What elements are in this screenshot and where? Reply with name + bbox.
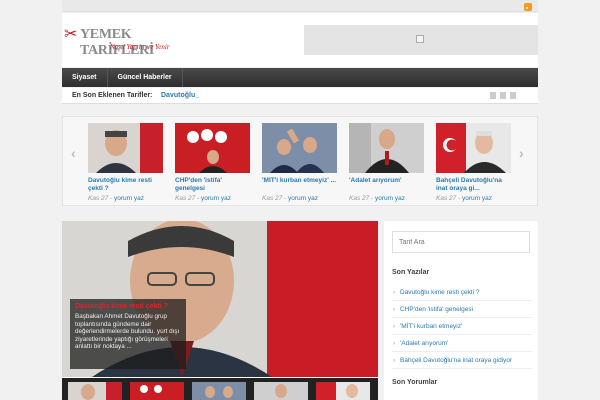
thumbnail[interactable] <box>68 382 122 400</box>
feature-excerpt: Başbakan Ahmet Davutoğlu grup toplantısı… <box>75 313 180 350</box>
thumbnail[interactable] <box>130 382 184 400</box>
recent-posts-list: Davutoğlu kime resti çekti ? CHP'den 'is… <box>392 284 532 369</box>
card-title[interactable]: CHP'den 'istifa' genelgesi <box>175 177 250 193</box>
card-date: Kas 27 <box>349 195 370 202</box>
slider-card[interactable]: Davutoğlu kime resti çekti ? Kas 27 - yo… <box>88 123 163 202</box>
card-title[interactable]: 'MİT'i kurban etmeyiz' ... <box>262 177 337 193</box>
recent-post-link[interactable]: Bahçeli Davutoğlu'na inat oraya gidiyor <box>392 352 532 369</box>
nav-item-guncel-haberler[interactable]: Güncel Haberler <box>108 68 183 87</box>
feature-caption: Davutoğlu kime resti çekti ? Başbakan Ah… <box>70 299 186 369</box>
card-comment-link[interactable]: yorum yaz <box>462 195 492 202</box>
ticker-text[interactable]: Davutoğlu_ <box>161 92 199 99</box>
slider-card[interactable]: 'Adalet arıyorum' Kas 27 - yorum yaz <box>349 123 424 202</box>
card-title[interactable]: Bahçeli Davutoğlu'na inat oraya gi... <box>436 177 511 193</box>
card-meta: Kas 27 - yorum yaz <box>175 195 232 202</box>
card-meta: Kas 27 - yorum yaz <box>88 195 145 202</box>
logo-subtitle: Nasıl Yapılır ve Yenir <box>110 43 170 51</box>
ticker-label: En Son Eklenen Tarifler: <box>72 92 153 99</box>
recent-post-link[interactable]: 'MİT'i kurban etmeyiz' <box>392 318 532 335</box>
image-placeholder-icon <box>416 35 424 43</box>
card-date: Kas 27 <box>175 195 196 202</box>
ticker-next-icon[interactable] <box>510 92 516 99</box>
ticker-prev-icon[interactable] <box>490 92 496 99</box>
ad-banner[interactable] <box>304 25 538 55</box>
recent-comments-heading: Son Yorumlar <box>392 379 438 386</box>
card-comment-link[interactable]: yorum yaz <box>288 195 318 202</box>
rss-icon[interactable] <box>524 3 532 11</box>
search-input[interactable] <box>392 231 530 253</box>
thumbnail[interactable] <box>316 382 370 400</box>
feature-thumbnails <box>62 378 378 400</box>
card-date: Kas 27 <box>262 195 283 202</box>
recent-posts-heading: Son Yazılar <box>392 269 430 276</box>
thumbnail[interactable] <box>254 382 308 400</box>
card-image[interactable] <box>175 123 250 173</box>
featured-image[interactable]: Davutoğlu kime resti çekti ? Başbakan Ah… <box>62 221 378 377</box>
card-image[interactable] <box>88 123 163 173</box>
recent-post-link[interactable]: CHP'den 'istifa' genelgesi <box>392 301 532 318</box>
site-header: ✂ YEMEK TARİFLERİ Nasıl Yapılır ve Yenir <box>62 13 538 67</box>
recent-post-link[interactable]: Davutoğlu kime resti çekti ? <box>392 284 532 301</box>
chevron-left-icon[interactable]: ‹ <box>71 145 76 161</box>
card-title[interactable]: 'Adalet arıyorum' <box>349 177 424 193</box>
sidebar: Son Yazılar Davutoğlu kime resti çekti ?… <box>384 221 538 400</box>
thumbnail[interactable] <box>192 382 246 400</box>
card-image[interactable] <box>262 123 337 173</box>
featured-slider: ‹ › Davutoğlu kime resti çekti ? Kas 27 … <box>62 116 538 206</box>
card-date: Kas 27 <box>436 195 457 202</box>
card-date: Kas 27 <box>88 195 109 202</box>
logo-chef-icon: ✂ <box>64 26 78 43</box>
card-meta: Kas 27 - yorum yaz <box>349 195 406 202</box>
feature-title[interactable]: Davutoğlu kime resti çekti ? <box>75 303 181 310</box>
site-logo[interactable]: ✂ YEMEK TARİFLERİ Nasıl Yapılır ve Yenir <box>64 25 194 58</box>
main-nav: Siyaset Güncel Haberler <box>62 68 538 87</box>
card-comment-link[interactable]: yorum yaz <box>201 195 231 202</box>
card-comment-link[interactable]: yorum yaz <box>375 195 405 202</box>
card-comment-link[interactable]: yorum yaz <box>114 195 144 202</box>
nav-item-siyaset[interactable]: Siyaset <box>62 68 108 87</box>
chevron-right-icon[interactable]: › <box>519 145 524 161</box>
main-content: Davutoğlu kime resti çekti ? Başbakan Ah… <box>62 221 378 400</box>
top-bar <box>62 0 538 12</box>
slider-card[interactable]: 'MİT'i kurban etmeyiz' ... Kas 27 - yoru… <box>262 123 337 202</box>
card-meta: Kas 27 - yorum yaz <box>436 195 493 202</box>
ticker-pause-icon[interactable] <box>500 92 506 99</box>
slider-card[interactable]: CHP'den 'istifa' genelgesi Kas 27 - yoru… <box>175 123 250 202</box>
slider-card[interactable]: Bahçeli Davutoğlu'na inat oraya gi... Ka… <box>436 123 511 202</box>
card-image[interactable] <box>436 123 511 173</box>
recent-post-link[interactable]: 'Adalet arıyorum' <box>392 335 532 352</box>
news-ticker: En Son Eklenen Tarifler: Davutoğlu_ <box>62 88 538 104</box>
card-image[interactable] <box>349 123 424 173</box>
card-meta: Kas 27 - yorum yaz <box>262 195 319 202</box>
card-title[interactable]: Davutoğlu kime resti çekti ? <box>88 177 163 193</box>
